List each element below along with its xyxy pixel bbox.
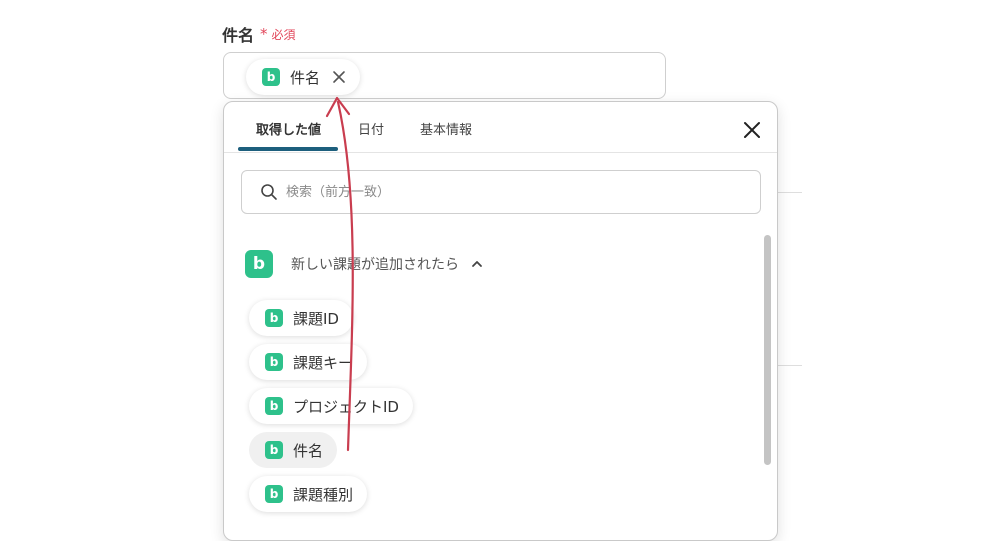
trigger-group-header[interactable]: b 新しい課題が追加されたら — [245, 250, 483, 278]
field-label: 件名 * 必須 — [222, 22, 296, 46]
value-item-project-id[interactable]: b プロジェクトID — [249, 388, 413, 424]
value-item-issue-key[interactable]: b 課題キー — [249, 344, 368, 380]
item-label: プロジェクトID — [293, 397, 399, 416]
app-logo-icon: b — [245, 250, 273, 278]
search-input[interactable] — [284, 183, 728, 201]
active-tab-indicator — [238, 147, 338, 151]
app-logo-icon: b — [265, 309, 283, 327]
app-logo-icon: b — [265, 353, 283, 371]
value-item-subject[interactable]: b 件名 — [249, 432, 338, 468]
close-icon[interactable] — [742, 120, 762, 140]
scrollbar[interactable] — [764, 235, 771, 465]
required-mark: * — [260, 25, 268, 43]
field-label-text: 件名 — [222, 26, 255, 45]
value-item-issue-type[interactable]: b 課題種別 — [249, 476, 368, 512]
item-label: 課題キー — [293, 353, 354, 372]
chevron-up-icon[interactable] — [471, 258, 483, 270]
selected-value-chip[interactable]: b 件名 — [246, 59, 360, 95]
tab-bar: 取得した値 日付 基本情報 — [224, 102, 777, 153]
app-logo-icon: b — [265, 485, 283, 503]
chip-label: 件名 — [290, 68, 321, 87]
tab-acquired-values[interactable]: 取得した値 — [256, 119, 321, 138]
tab-basic-info[interactable]: 基本情報 — [420, 119, 472, 138]
search-icon — [261, 184, 277, 200]
value-picker-popup: 取得した値 日付 基本情報 b 新しい課題が追加されたら b 課題ID b 課題… — [223, 101, 778, 541]
app-logo-icon: b — [262, 68, 280, 86]
app-logo-icon: b — [265, 397, 283, 415]
close-icon[interactable] — [332, 70, 346, 84]
tab-date[interactable]: 日付 — [358, 119, 384, 138]
item-label: 件名 — [293, 441, 324, 460]
search-box[interactable] — [241, 170, 761, 214]
group-label: 新しい課題が追加されたら — [291, 257, 459, 273]
item-label: 課題ID — [293, 309, 339, 328]
required-text: 必須 — [271, 27, 296, 42]
value-item-issue-id[interactable]: b 課題ID — [249, 300, 353, 336]
item-label: 課題種別 — [293, 485, 354, 504]
app-logo-icon: b — [265, 441, 283, 459]
